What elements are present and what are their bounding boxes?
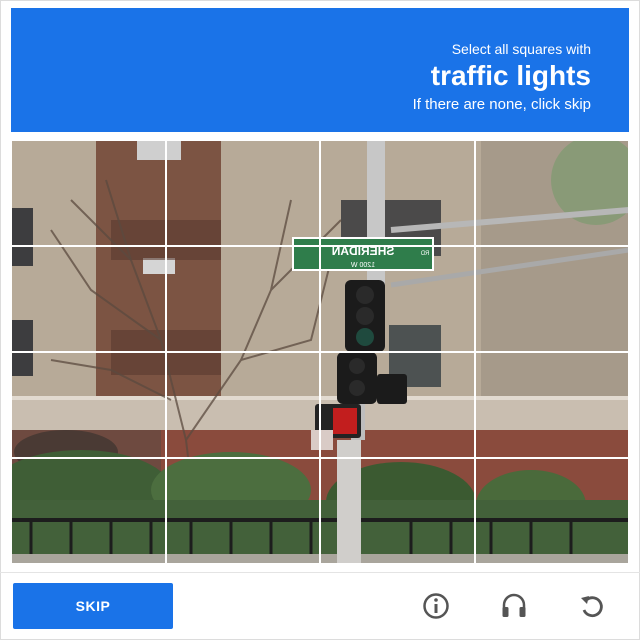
grid-tile-3-2[interactable] xyxy=(164,351,321,459)
grid-tile-4-2[interactable] xyxy=(164,457,321,564)
grid-tile-1-2[interactable] xyxy=(164,140,321,247)
grid-tile-4-4[interactable] xyxy=(473,457,629,564)
grid-tile-4-3[interactable] xyxy=(319,457,476,564)
grid-tile-3-4[interactable] xyxy=(473,351,629,459)
grid-tile-2-2[interactable] xyxy=(164,245,321,353)
instruction-line: Select all squares with xyxy=(451,41,591,57)
grid-tile-3-1[interactable] xyxy=(11,351,167,459)
instruction-header: Select all squares with traffic lights I… xyxy=(11,8,629,132)
reload-icon[interactable] xyxy=(574,588,610,624)
image-grid: SHERIDAN 1200 W RD xyxy=(11,140,629,564)
info-icon[interactable] xyxy=(418,588,454,624)
grid-tile-4-1[interactable] xyxy=(11,457,167,564)
target-object-label: traffic lights xyxy=(430,60,591,91)
grid-tile-2-4[interactable] xyxy=(473,245,629,353)
skip-button[interactable]: SKIP xyxy=(13,583,173,629)
grid-tile-1-4[interactable] xyxy=(473,140,629,247)
grid-tile-2-3[interactable] xyxy=(319,245,476,353)
grid-tile-1-1[interactable] xyxy=(11,140,167,247)
grid-tile-1-3[interactable] xyxy=(319,140,476,247)
grid-tile-3-3[interactable] xyxy=(319,351,476,459)
skip-hint: If there are none, click skip xyxy=(412,96,591,113)
grid-tile-2-1[interactable] xyxy=(11,245,167,353)
audio-icon[interactable] xyxy=(496,588,532,624)
footer-divider xyxy=(0,572,640,573)
